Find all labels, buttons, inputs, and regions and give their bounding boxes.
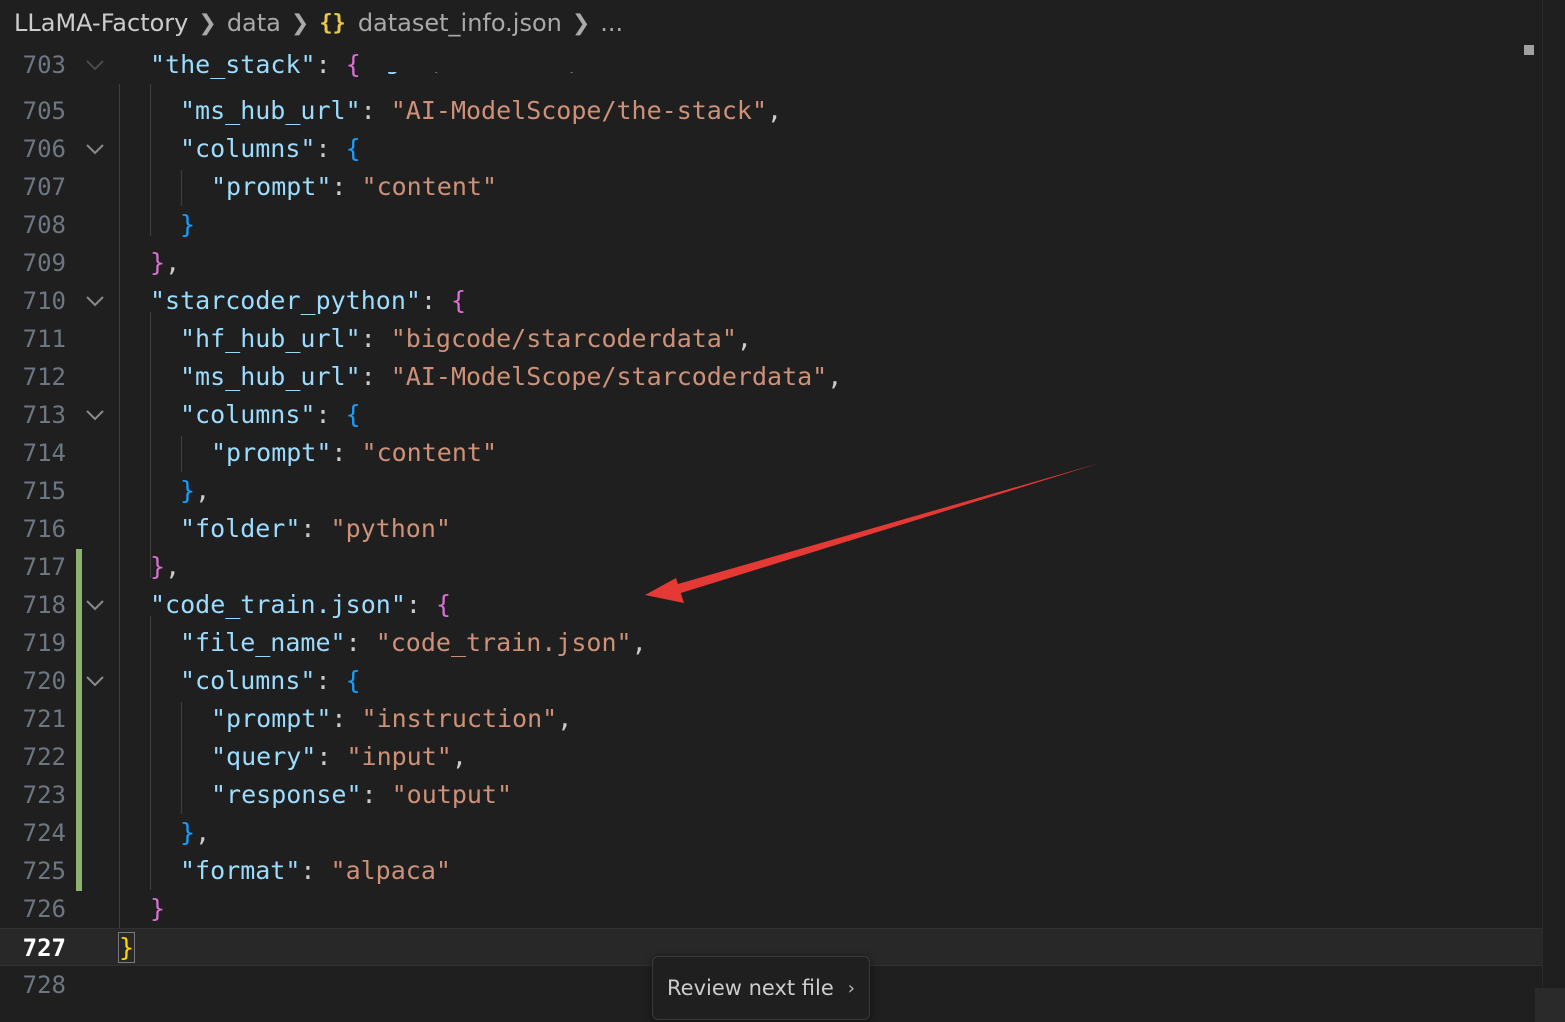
code-line[interactable]: 717 },	[0, 548, 1543, 586]
json-string: "AI-ModelScope/starcoderdata"	[390, 362, 828, 391]
json-key: "ms_hub_url"	[180, 96, 361, 125]
json-string: "bigcode/starcoderdata"	[390, 324, 737, 353]
breadcrumb-folder[interactable]: data	[227, 9, 281, 37]
code-line-partial: g , ,	[0, 72, 1543, 86]
json-string: "alpaca"	[330, 856, 451, 885]
line-number: 724	[22, 819, 66, 847]
line-number: 720	[22, 667, 66, 695]
scrollbar-corner	[1535, 988, 1565, 1022]
code-line[interactable]: 718 "code_train.json": {	[0, 586, 1543, 624]
json-key: "prompt"	[211, 438, 332, 467]
line-number: 718	[22, 591, 66, 619]
line-number: 714	[22, 439, 66, 467]
breadcrumb-root[interactable]: LLaMA-Factory	[14, 9, 188, 37]
line-number: 705	[22, 97, 66, 125]
json-string: "content"	[361, 172, 497, 201]
chevron-down-icon[interactable]	[84, 405, 106, 425]
json-key: "code_train.json"	[150, 590, 406, 619]
json-string: "content"	[361, 438, 497, 467]
code-line[interactable]: 721 "prompt": "instruction",	[0, 700, 1543, 738]
editor-window: LLaMA-Factory ❯ data ❯ {} dataset_info.j…	[0, 0, 1565, 1022]
json-key: "ms_hub_url"	[180, 362, 361, 391]
json-key: "columns"	[180, 666, 316, 695]
json-key: "prompt"	[211, 704, 332, 733]
line-number: 722	[22, 743, 66, 771]
json-key: "columns"	[180, 400, 316, 429]
line-number: 726	[22, 895, 66, 923]
line-number-current: 727	[22, 934, 66, 962]
code-line[interactable]: 716 "folder": "python"	[0, 510, 1543, 548]
json-string: "python"	[330, 514, 451, 543]
line-number: 710	[22, 287, 66, 315]
code-line[interactable]: 715 },	[0, 472, 1543, 510]
json-key: "format"	[180, 856, 301, 885]
code-line[interactable]: 705 "ms_hub_url": "AI-ModelScope/the-sta…	[0, 92, 1543, 130]
breadcrumb-file[interactable]: dataset_info.json	[358, 9, 562, 37]
line-number: 717	[22, 553, 66, 581]
code-line[interactable]: 714 "prompt": "content"	[0, 434, 1543, 472]
code-editor[interactable]: 703 "the_stack": { g , , 705 "ms_hub_url…	[0, 46, 1543, 1022]
review-next-file-label: Review next file	[667, 976, 834, 1000]
line-number: 716	[22, 515, 66, 543]
code-line[interactable]: 706 "columns": {	[0, 130, 1543, 168]
chevron-right-icon: ❯	[290, 10, 310, 36]
chevron-right-icon: ›	[847, 977, 855, 999]
line-number: 719	[22, 629, 66, 657]
code-line[interactable]: 709 },	[0, 244, 1543, 282]
review-next-file-button[interactable]: Review next file ›	[652, 956, 870, 1020]
json-string: "output"	[391, 780, 513, 809]
line-number: 715	[22, 477, 66, 505]
json-key: "starcoder_python"	[150, 286, 421, 315]
line-number: 728	[22, 971, 66, 999]
line-number: 709	[22, 249, 66, 277]
chevron-down-icon[interactable]	[84, 139, 106, 159]
line-number: 721	[22, 705, 66, 733]
vertical-scrollbar[interactable]	[1542, 0, 1565, 1022]
line-number: 711	[22, 325, 66, 353]
json-string: "input"	[346, 742, 452, 771]
code-line[interactable]: 711 "hf_hub_url": "bigcode/starcoderdata…	[0, 320, 1543, 358]
json-key: "columns"	[180, 134, 316, 163]
json-string: "AI-ModelScope/the-stack"	[390, 96, 768, 125]
line-number: 707	[22, 173, 66, 201]
json-string: "code_train.json"	[375, 628, 632, 657]
code-line[interactable]: 710 "starcoder_python": {	[0, 282, 1543, 320]
code-line[interactable]: 722 "query": "input",	[0, 738, 1543, 776]
code-line[interactable]: 707 "prompt": "content"	[0, 168, 1543, 206]
code-line[interactable]: 719 "file_name": "code_train.json",	[0, 624, 1543, 662]
breadcrumb: LLaMA-Factory ❯ data ❯ {} dataset_info.j…	[0, 0, 1565, 46]
line-number: 708	[22, 211, 66, 239]
chevron-right-icon: ❯	[198, 10, 217, 36]
json-key: "hf_hub_url"	[180, 324, 361, 353]
chevron-down-icon[interactable]	[84, 671, 106, 691]
json-key: "folder"	[180, 514, 301, 543]
json-file-icon: {}	[319, 10, 346, 36]
json-key: "query"	[211, 742, 317, 771]
code-line[interactable]: 713 "columns": {	[0, 396, 1543, 434]
code-line[interactable]: 708 }	[0, 206, 1543, 244]
code-line[interactable]: 720 "columns": {	[0, 662, 1543, 700]
code-line[interactable]: 712 "ms_hub_url": "AI-ModelScope/starcod…	[0, 358, 1543, 396]
line-number: 713	[22, 401, 66, 429]
code-line[interactable]: 726 }	[0, 890, 1543, 928]
line-number: 723	[22, 781, 66, 809]
breadcrumb-more[interactable]: ...	[600, 9, 623, 37]
json-string: "instruction"	[361, 704, 558, 733]
code-line[interactable]: 723 "response": "output"	[0, 776, 1543, 814]
line-number: 725	[22, 857, 66, 885]
json-key: "response"	[211, 780, 362, 809]
chevron-down-icon[interactable]	[84, 291, 106, 311]
scrollbar-thumb[interactable]	[1524, 45, 1534, 55]
chevron-down-icon[interactable]	[84, 595, 106, 615]
line-number: 706	[22, 135, 66, 163]
code-line[interactable]: 725 "format": "alpaca"	[0, 852, 1543, 890]
chevron-right-icon: ❯	[571, 10, 591, 36]
json-key: "file_name"	[180, 628, 346, 657]
line-number: 712	[22, 363, 66, 391]
json-key: "prompt"	[211, 172, 332, 201]
code-line[interactable]: 724 },	[0, 814, 1543, 852]
